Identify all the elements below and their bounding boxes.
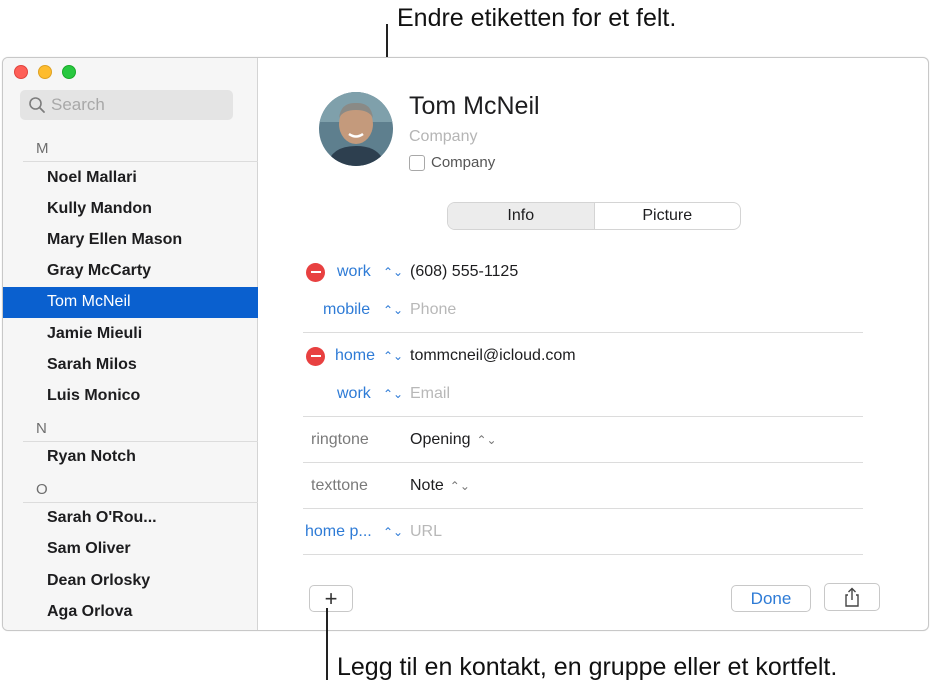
stepper-icon[interactable]: ⌃⌄ — [383, 265, 403, 279]
close-window-button[interactable] — [14, 65, 28, 79]
section-header-m: M — [23, 132, 258, 162]
ringtone-value: Opening — [410, 431, 471, 448]
search-field[interactable] — [20, 90, 233, 120]
contact-photo[interactable] — [319, 92, 393, 166]
contact-item[interactable]: Dean Orlosky — [3, 565, 258, 596]
field-row: work ⌃⌄ (608) 555-1125 — [303, 253, 863, 291]
field-label[interactable]: work — [337, 385, 371, 403]
contacts-window: M Noel Mallari Kully Mandon Mary Ellen M… — [2, 57, 929, 631]
ringtone-popup[interactable]: Opening ⌃⌄ — [410, 431, 497, 449]
contact-list: M Noel Mallari Kully Mandon Mary Ellen M… — [3, 132, 258, 627]
stepper-icon[interactable]: ⌃⌄ — [383, 349, 403, 363]
field-value[interactable]: URL — [410, 523, 442, 541]
field-label[interactable]: work — [337, 263, 371, 281]
stepper-icon: ⌃⌄ — [449, 479, 470, 493]
company-checkbox-label: Company — [431, 154, 496, 171]
contact-item[interactable]: Noel Mallari — [3, 162, 258, 193]
field-row: home p... ⌃⌄ URL — [303, 513, 863, 551]
divider — [303, 554, 863, 555]
contact-item[interactable]: Ryan Notch — [3, 442, 258, 473]
contact-item[interactable]: Jamie Mieuli — [3, 318, 258, 349]
texttone-popup[interactable]: Note ⌃⌄ — [410, 477, 470, 495]
divider — [303, 508, 863, 509]
stepper-icon[interactable]: ⌃⌄ — [383, 387, 403, 401]
contact-item[interactable]: Mary Ellen Mason — [3, 224, 258, 255]
field-label[interactable]: mobile — [323, 301, 370, 319]
divider — [303, 462, 863, 463]
field-value[interactable]: (608) 555-1125 — [410, 263, 518, 281]
field-row: home ⌃⌄ tommcneil@icloud.com — [303, 337, 863, 375]
section-header-o: O — [23, 473, 258, 503]
divider — [303, 416, 863, 417]
remove-icon[interactable] — [306, 262, 325, 282]
callout-leader-bottom — [326, 608, 328, 680]
field-value[interactable]: Phone — [410, 301, 456, 319]
info-picture-toggle: Info Picture — [447, 202, 741, 230]
share-icon — [845, 587, 859, 607]
contact-item[interactable]: Kully Mandon — [3, 193, 258, 224]
tab-picture[interactable]: Picture — [595, 203, 741, 229]
zoom-window-button[interactable] — [62, 65, 76, 79]
contact-card: Tom McNeil Company Company Info Picture … — [259, 58, 928, 630]
sidebar: M Noel Mallari Kully Mandon Mary Ellen M… — [3, 58, 258, 630]
contact-item-selected[interactable]: Tom McNeil — [3, 286, 258, 318]
field-row: work ⌃⌄ Email — [303, 375, 863, 413]
contact-item[interactable]: Aga Orlova — [3, 596, 258, 627]
minimize-window-button[interactable] — [38, 65, 52, 79]
search-icon — [29, 97, 45, 113]
contact-item[interactable]: Gray McCarty — [3, 256, 258, 287]
share-button[interactable] — [824, 583, 880, 611]
field-row: ringtone Opening ⌃⌄ — [303, 421, 863, 459]
stepper-icon: ⌃⌄ — [476, 433, 497, 447]
checkbox-box[interactable] — [409, 154, 425, 171]
stepper-icon[interactable]: ⌃⌄ — [383, 525, 403, 539]
field-row: texttone Note ⌃⌄ — [303, 467, 863, 505]
callout-add-item: Legg til en kontakt, en gruppe eller et … — [337, 653, 838, 681]
stepper-icon[interactable]: ⌃⌄ — [383, 303, 403, 317]
company-checkbox[interactable]: Company — [409, 154, 495, 171]
fields-list: work ⌃⌄ (608) 555-1125 mobile ⌃⌄ Phone h… — [303, 253, 863, 559]
section-header-n: N — [23, 412, 258, 442]
search-input[interactable] — [51, 95, 221, 115]
company-field[interactable]: Company — [409, 128, 477, 146]
field-value[interactable]: Email — [410, 385, 450, 403]
contact-item[interactable]: Sam Oliver — [3, 534, 258, 565]
field-label: ringtone — [311, 431, 369, 448]
contact-item[interactable]: Luis Monico — [3, 380, 258, 411]
field-row: mobile ⌃⌄ Phone — [303, 291, 863, 329]
divider — [303, 332, 863, 333]
field-label[interactable]: home p... — [305, 523, 372, 541]
field-value[interactable]: tommcneil@icloud.com — [410, 347, 576, 365]
contact-item[interactable]: Sarah O'Rou... — [3, 503, 258, 534]
texttone-value: Note — [410, 477, 444, 494]
add-button[interactable]: + — [309, 585, 353, 612]
contact-name[interactable]: Tom McNeil — [409, 92, 540, 121]
callout-change-label: Endre etiketten for et felt. — [397, 4, 677, 32]
field-label[interactable]: home — [335, 347, 375, 365]
contact-item[interactable]: Sarah Milos — [3, 349, 258, 380]
remove-icon[interactable] — [306, 346, 325, 366]
field-label: texttone — [311, 477, 368, 494]
done-button[interactable]: Done — [731, 585, 811, 612]
tab-info[interactable]: Info — [448, 203, 595, 229]
